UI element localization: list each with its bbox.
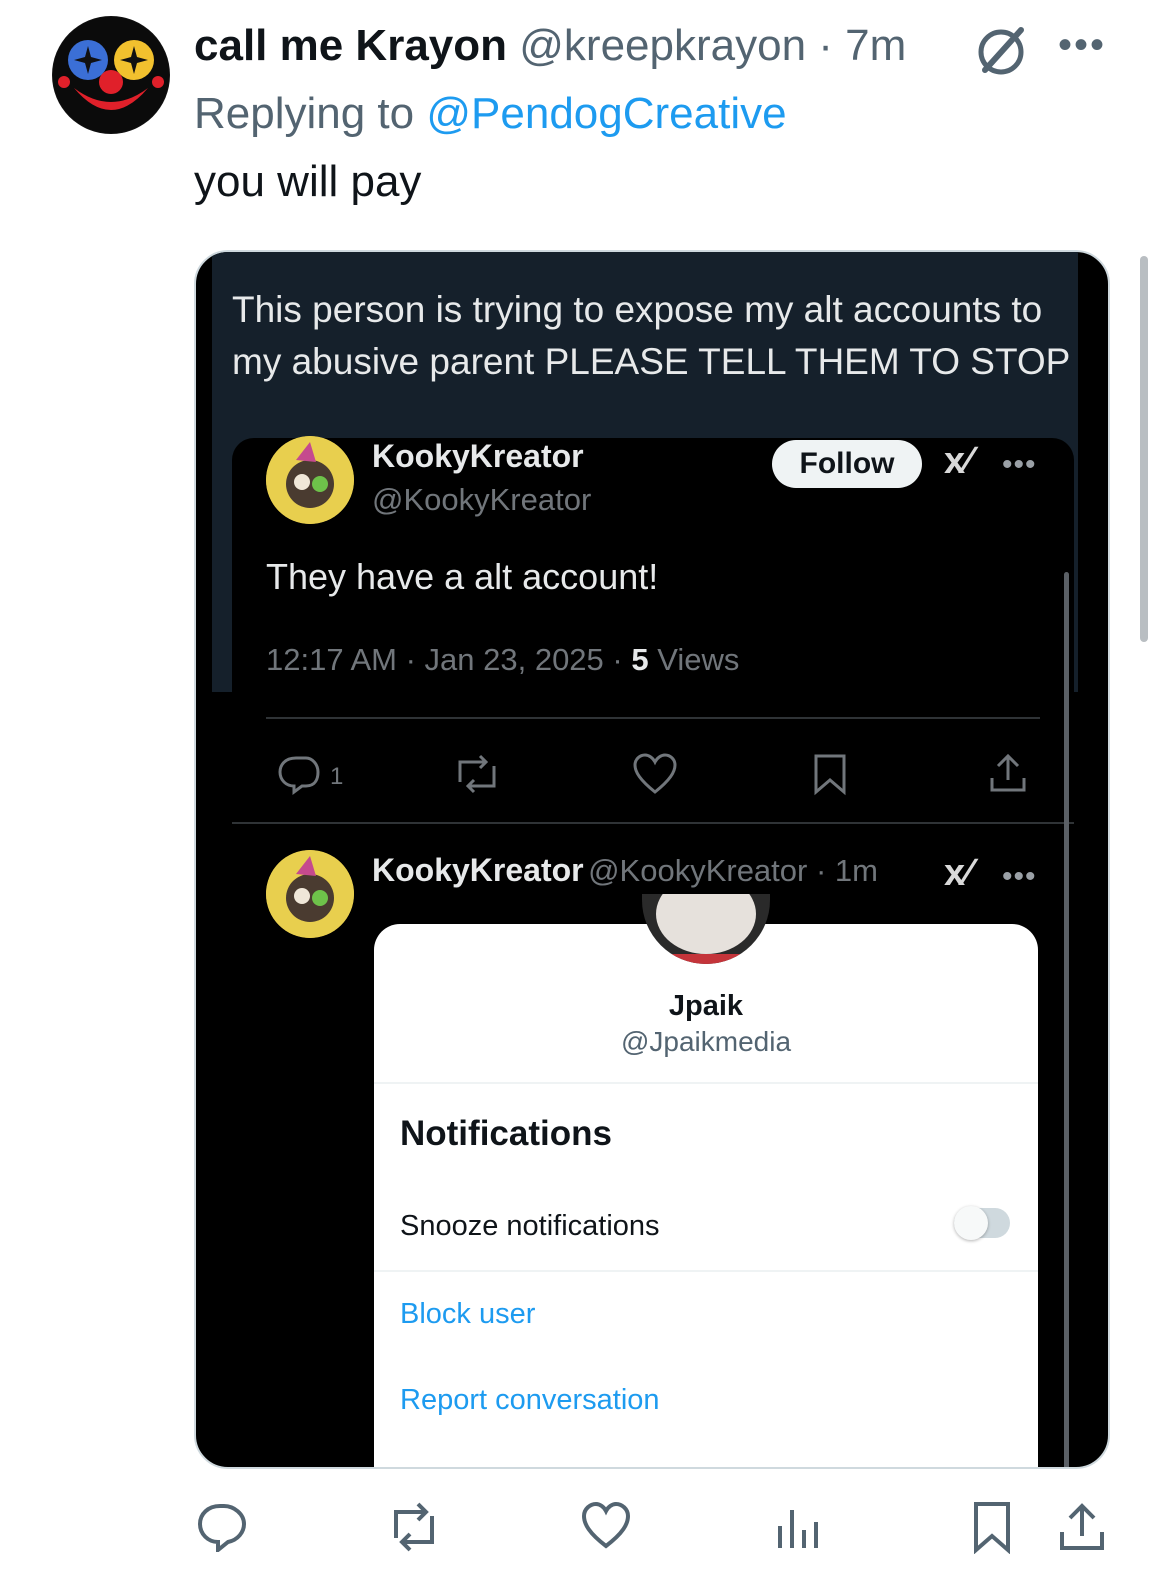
toggle-knob [954, 1206, 988, 1240]
retweet-icon [452, 752, 502, 801]
views-label: Views [648, 642, 740, 677]
divider [374, 1082, 1038, 1084]
like-icon [632, 752, 678, 801]
follow-button: Follow [772, 440, 922, 488]
reply-count: 1 [330, 763, 343, 790]
snooze-notifications-label: Snooze notifications [400, 1210, 660, 1242]
kooky-avatar [266, 850, 354, 938]
like-icon[interactable] [580, 1500, 632, 1557]
notifications-heading: Notifications [400, 1114, 612, 1153]
post-text: They have a alt account! [266, 556, 659, 597]
bookmark-icon [810, 752, 850, 801]
divider [232, 822, 1074, 824]
reply-icon: 1 [276, 752, 348, 801]
views-icon[interactable] [774, 1500, 822, 1557]
bookmark-icon[interactable] [970, 1500, 1014, 1559]
replying-prefix: Replying to [194, 89, 415, 138]
account-sheet: Jpaik @Jpaikmedia Notifications Snooze n… [374, 894, 1038, 1467]
divider [374, 1270, 1038, 1272]
grok-icon: x⁄ [944, 852, 972, 894]
page-scrollbar[interactable] [1140, 256, 1148, 642]
post-author-name: KookyKreator [372, 438, 584, 474]
tweet-media-image[interactable]: This person is trying to expose my alt a… [194, 250, 1110, 1469]
post2-handle-time: @KookyKreator · 1m [588, 853, 878, 888]
reply-icon[interactable] [196, 1500, 248, 1557]
post2-header: KookyKreator @KookyKreator · 1m [372, 852, 878, 889]
replying-to-mention[interactable]: @PendogCreative [426, 89, 786, 138]
avatar[interactable] [52, 16, 170, 134]
replying-to: Replying to @PendogCreative [194, 88, 787, 140]
kooky-avatar [266, 436, 354, 524]
share-icon[interactable] [1056, 1500, 1108, 1559]
more-icon[interactable]: ••• [1058, 25, 1106, 65]
handle-and-time[interactable]: @kreepkrayon · 7m [519, 21, 906, 70]
display-name[interactable]: call me Krayon [194, 21, 507, 70]
screenshot-scrollbar [1064, 572, 1069, 1467]
report-conversation-option: Report conversation [400, 1384, 660, 1416]
sheet-profile-name: Jpaik [668, 990, 744, 1022]
more-icon: ••• [1002, 860, 1037, 893]
retweet-icon[interactable] [386, 1500, 442, 1557]
timestamp-text: 12:17 AM · Jan 23, 2025 · [266, 642, 632, 677]
grok-icon: x⁄ [944, 440, 972, 482]
post-timestamp: 12:17 AM · Jan 23, 2025 · 5 Views [266, 642, 739, 678]
clown-avatar-icon [53, 17, 169, 133]
screenshot-caption: This person is trying to expose my alt a… [232, 289, 1071, 382]
views-count: 5 [631, 642, 649, 677]
profile-avatar [642, 894, 770, 964]
snooze-toggle [954, 1206, 1010, 1240]
divider [266, 717, 1040, 719]
block-user-option: Block user [400, 1298, 536, 1330]
tweet-text: you will pay [194, 157, 422, 206]
post2-author-name: KookyKreator [372, 852, 584, 888]
sheet-profile-handle: @Jpaikmedia [620, 1026, 792, 1057]
tweet-actions [194, 1500, 1114, 1570]
tweet-header: call me Krayon @kreepkrayon · 7m [194, 20, 906, 72]
post-author-handle: @KookyKreator [372, 482, 592, 517]
more-icon: ••• [1002, 448, 1037, 481]
grok-icon[interactable] [975, 22, 1031, 78]
share-icon [986, 750, 1030, 801]
